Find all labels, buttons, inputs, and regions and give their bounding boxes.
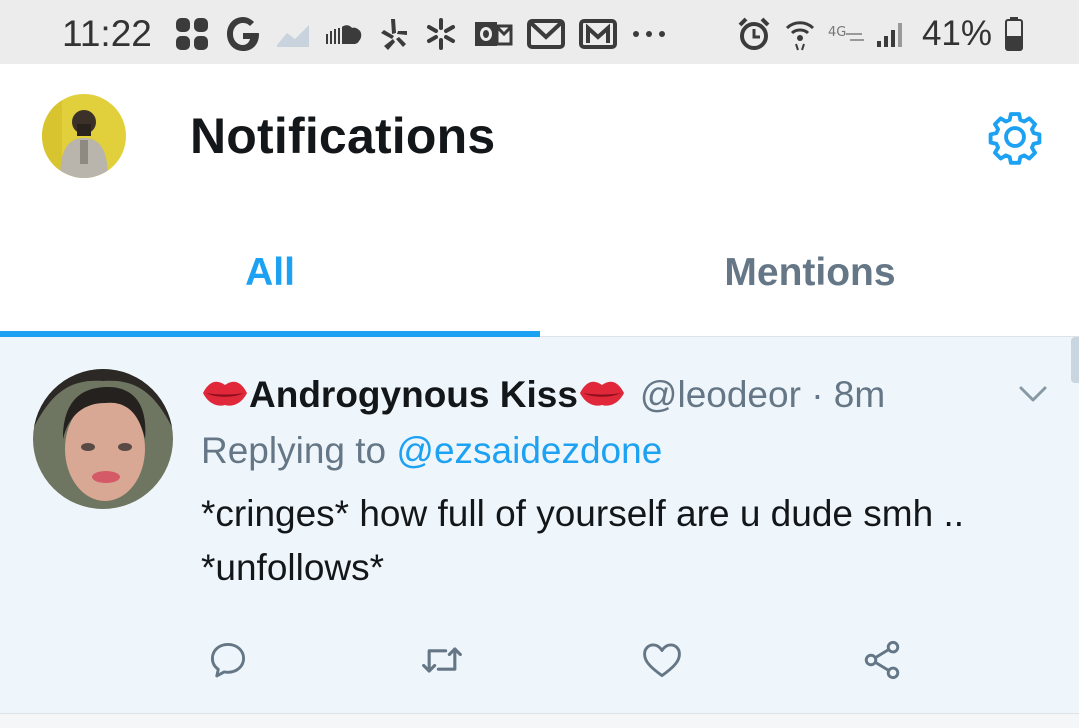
outlook-icon xyxy=(473,18,513,50)
like-icon[interactable] xyxy=(634,632,690,688)
tab-mentions[interactable]: Mentions xyxy=(540,210,1079,336)
gmail-icon xyxy=(579,19,617,49)
soundcloud-icon xyxy=(325,22,365,46)
alarm-icon xyxy=(736,16,772,52)
replying-to-link[interactable]: @ezsaidezdone xyxy=(396,430,662,471)
chevron-down-icon[interactable] xyxy=(1016,377,1050,411)
chart-icon xyxy=(275,19,311,49)
app-header: Notifications xyxy=(0,64,1079,210)
system-icons: 4G 41% xyxy=(736,14,1024,54)
tweet-header: Androgynous Kiss @leodeor · 8m xyxy=(201,370,885,420)
page-title: Notifications xyxy=(190,108,496,164)
walmart-icon xyxy=(423,16,459,52)
display-name[interactable]: Androgynous Kiss xyxy=(249,374,578,416)
user-avatar[interactable] xyxy=(33,369,173,509)
dots-app-icon xyxy=(173,15,211,53)
tweet-text: *cringes* how full of yourself are u dud… xyxy=(201,493,964,588)
replying-prefix: Replying to xyxy=(201,430,397,471)
battery-icon xyxy=(1004,16,1024,52)
notification-item[interactable]: Androgynous Kiss @leodeor · 8m Replying … xyxy=(0,337,1079,713)
status-time: 11:22 xyxy=(62,13,152,54)
replying-to: Replying to @ezsaidezdone xyxy=(201,427,662,475)
yelp-icon xyxy=(379,17,409,51)
profile-avatar[interactable] xyxy=(42,94,126,178)
kiss-lips-icon xyxy=(201,377,249,414)
battery-percent: 41% xyxy=(921,14,992,53)
feed-divider xyxy=(0,713,1079,728)
svg-text:4G: 4G xyxy=(828,25,846,40)
kiss-lips-icon xyxy=(578,377,626,414)
share-icon[interactable] xyxy=(854,632,910,688)
gmail-icon xyxy=(527,19,565,49)
status-bar: 11:22 4G 41% xyxy=(0,0,1079,64)
gear-icon[interactable] xyxy=(986,108,1044,166)
handle-and-time: @leodeor · 8m xyxy=(639,374,886,415)
reply-icon[interactable] xyxy=(200,632,256,688)
notification-icons xyxy=(173,14,667,54)
more-icon xyxy=(631,27,667,41)
retweet-icon[interactable] xyxy=(414,632,470,688)
wifi-icon xyxy=(784,16,816,52)
notification-tabs: All Mentions xyxy=(0,210,1079,337)
lte-icon: 4G xyxy=(828,22,864,46)
signal-icon xyxy=(876,19,906,49)
google-icon xyxy=(225,16,261,52)
scrollbar[interactable] xyxy=(1071,337,1079,383)
tab-all[interactable]: All xyxy=(0,210,540,336)
